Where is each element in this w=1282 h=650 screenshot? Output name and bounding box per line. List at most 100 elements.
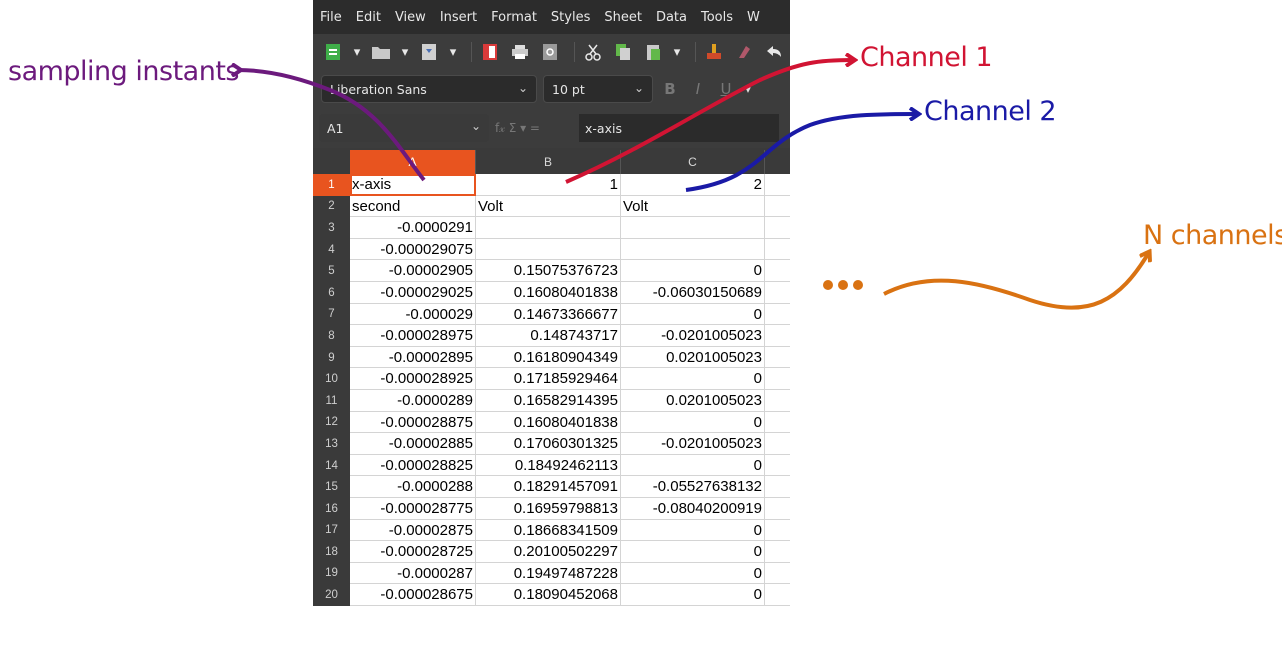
cell-c7[interactable]: 0: [621, 303, 765, 326]
column-header-a[interactable]: A: [350, 150, 476, 174]
row-header[interactable]: 4: [313, 238, 350, 261]
cell-d16[interactable]: [765, 498, 790, 520]
chevron-down-icon[interactable]: ▾: [449, 42, 457, 62]
menu-format[interactable]: Format: [484, 10, 544, 25]
cell-c12[interactable]: 0: [621, 411, 765, 434]
paste-icon[interactable]: [643, 42, 663, 62]
menu-styles[interactable]: Styles: [544, 10, 597, 25]
cell-d2[interactable]: [765, 196, 790, 218]
row-header[interactable]: 14: [313, 454, 350, 477]
cell-d18[interactable]: [765, 541, 790, 563]
cell-b14[interactable]: 0.18492462113: [476, 454, 621, 477]
cell-d1[interactable]: [765, 174, 790, 196]
cell-c2[interactable]: Volt: [621, 195, 765, 218]
row-header[interactable]: 13: [313, 433, 350, 455]
cell-a19[interactable]: -0.0000287: [350, 562, 476, 585]
row-header[interactable]: 12: [313, 411, 350, 434]
cell-c8[interactable]: -0.0201005023: [621, 325, 765, 347]
row-header[interactable]: 16: [313, 497, 350, 520]
cell-d13[interactable]: [765, 433, 790, 455]
copy-icon[interactable]: [613, 42, 633, 62]
select-all-corner[interactable]: [313, 150, 350, 174]
cell-d5[interactable]: [765, 260, 790, 282]
cell-c18[interactable]: 0: [621, 541, 765, 563]
cell-b5[interactable]: 0.15075376723: [476, 260, 621, 282]
chevron-down-icon[interactable]: ▾: [401, 42, 409, 62]
cell-a8[interactable]: -0.000028975: [350, 325, 476, 347]
menu-view[interactable]: View: [388, 10, 433, 25]
chevron-down-icon[interactable]: ⌄: [471, 119, 481, 133]
cell-a7[interactable]: -0.000029: [350, 303, 476, 326]
row-header[interactable]: 17: [313, 519, 350, 542]
row-header[interactable]: 19: [313, 562, 350, 585]
new-document-icon[interactable]: [323, 42, 343, 62]
cell-c6[interactable]: -0.06030150689: [621, 281, 765, 304]
row-header[interactable]: 10: [313, 368, 350, 390]
cell-d9[interactable]: [765, 347, 790, 369]
column-header-b[interactable]: B: [476, 150, 621, 174]
open-folder-icon[interactable]: [371, 42, 391, 62]
cell-a18[interactable]: -0.000028725: [350, 541, 476, 563]
cell-b19[interactable]: 0.19497487228: [476, 562, 621, 585]
cell-b13[interactable]: 0.17060301325: [476, 433, 621, 455]
chevron-down-icon[interactable]: ▾: [743, 83, 753, 96]
row-header[interactable]: 2: [313, 195, 350, 218]
cell-a9[interactable]: -0.00002895: [350, 346, 476, 369]
cell-a20[interactable]: -0.000028675: [350, 584, 476, 606]
chevron-down-icon[interactable]: ⌄: [518, 81, 528, 95]
cell-b15[interactable]: 0.18291457091: [476, 476, 621, 498]
cell-c16[interactable]: -0.08040200919: [621, 497, 765, 520]
cell-c5[interactable]: 0: [621, 260, 765, 282]
font-size-box[interactable]: 10 pt ⌄: [543, 75, 653, 103]
bold-button[interactable]: B: [659, 80, 681, 98]
cell-b16[interactable]: 0.16959798813: [476, 497, 621, 520]
cell-d10[interactable]: [765, 368, 790, 390]
row-header[interactable]: 7: [313, 303, 350, 326]
clear-formatting-icon[interactable]: [734, 42, 754, 62]
cell-d15[interactable]: [765, 476, 790, 498]
cell-c9[interactable]: 0.0201005023: [621, 346, 765, 369]
cell-d4[interactable]: [765, 239, 790, 261]
cell-c3[interactable]: [621, 217, 765, 239]
formula-input[interactable]: x-axis: [579, 114, 779, 142]
cell-b8[interactable]: 0.148743717: [476, 325, 621, 347]
row-header[interactable]: 8: [313, 325, 350, 347]
clone-formatting-icon[interactable]: [704, 42, 724, 62]
cell-c11[interactable]: 0.0201005023: [621, 389, 765, 412]
chevron-down-icon[interactable]: ▾: [673, 42, 681, 62]
cell-d19[interactable]: [765, 563, 790, 585]
print-icon[interactable]: [510, 42, 530, 62]
cell-d7[interactable]: [765, 304, 790, 326]
export-pdf-icon[interactable]: [480, 42, 500, 62]
menu-sheet[interactable]: Sheet: [597, 10, 649, 25]
cell-c1[interactable]: 2: [621, 174, 765, 196]
font-name-box[interactable]: Liberation Sans ⌄: [321, 75, 537, 103]
cell-a10[interactable]: -0.000028925: [350, 368, 476, 390]
cell-a5[interactable]: -0.00002905: [350, 260, 476, 282]
cell-d20[interactable]: [765, 584, 790, 606]
cell-a14[interactable]: -0.000028825: [350, 454, 476, 477]
cell-d6[interactable]: [765, 282, 790, 304]
cell-b10[interactable]: 0.17185929464: [476, 368, 621, 390]
cell-c15[interactable]: -0.05527638132: [621, 476, 765, 498]
cell-d8[interactable]: [765, 325, 790, 347]
cell-b2[interactable]: Volt: [476, 195, 621, 218]
cell-c20[interactable]: 0: [621, 584, 765, 606]
cell-b4[interactable]: [476, 238, 621, 261]
underline-button[interactable]: U: [715, 80, 737, 98]
cell-d17[interactable]: [765, 520, 790, 542]
menu-window[interactable]: W: [740, 10, 767, 25]
cell-b9[interactable]: 0.16180904349: [476, 346, 621, 369]
cell-b1[interactable]: 1: [476, 174, 621, 196]
cell-d3[interactable]: [765, 217, 790, 239]
cell-a2[interactable]: second: [350, 195, 476, 218]
row-header[interactable]: 1: [313, 174, 350, 196]
cell-c4[interactable]: [621, 238, 765, 261]
undo-icon[interactable]: [764, 42, 784, 62]
row-header[interactable]: 18: [313, 541, 350, 563]
row-header[interactable]: 5: [313, 260, 350, 282]
cell-d14[interactable]: [765, 455, 790, 477]
cell-b6[interactable]: 0.16080401838: [476, 281, 621, 304]
cell-a6[interactable]: -0.000029025: [350, 281, 476, 304]
cell-a13[interactable]: -0.00002885: [350, 433, 476, 455]
